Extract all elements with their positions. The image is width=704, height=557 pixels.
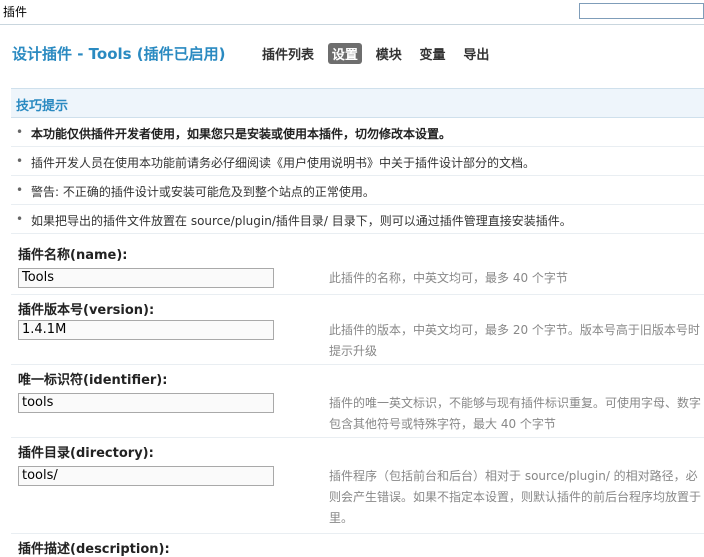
field-label: 插件目录(directory): [18, 446, 154, 461]
field-help: 插件的唯一英文标识，不能够与现有插件标识重复。可使用字母、数字 包含其他符号或特… [329, 393, 704, 435]
field-label: 插件描述(description): [18, 542, 170, 557]
page-title: 设计插件 - Tools (插件已启用) [12, 45, 226, 63]
field-row-identifier: 唯一标识符(identifier): tools 插件的唯一英文标识，不能够与现… [11, 365, 704, 438]
field-label: 插件版本号(version): [18, 303, 155, 318]
tips-heading: 技巧提示 [16, 99, 69, 114]
field-help: 此插件的名称，中英文均可，最多 40 个字节 [329, 268, 704, 289]
page-header: 设计插件 - Tools (插件已启用) 插件列表 设置 模块 变量 导出 [12, 42, 702, 64]
help-line: 此插件的名称，中英文均可，最多 40 个字节 [329, 271, 568, 285]
tip-text: 警告: 不正确的插件设计或安装可能危及到整个站点的正常使用。 [31, 185, 375, 199]
tip-item: • 警告: 不正确的插件设计或安装可能危及到整个站点的正常使用。 [11, 176, 704, 205]
nav-variables[interactable]: 变量 [416, 43, 450, 64]
window-title: 插件 [3, 5, 28, 19]
nav-plugin-list[interactable]: 插件列表 [258, 43, 318, 64]
field-row-name: 插件名称(name): Tools 此插件的名称，中英文均可，最多 40 个字节 [11, 240, 704, 295]
directory-input[interactable]: tools/ [18, 466, 274, 486]
field-help: 插件程序（包括前台和后台）相对于 source/plugin/ 的相对路径，必 … [329, 466, 704, 529]
tips-heading-bar: 技巧提示 [11, 88, 704, 118]
help-line: 插件程序（包括前台和后台）相对于 source/plugin/ 的相对路径，必 [329, 469, 698, 483]
field-row-directory: 插件目录(directory): tools/ 插件程序（包括前台和后台）相对于… [11, 438, 704, 534]
bullet-icon: • [16, 183, 24, 197]
nav-modules[interactable]: 模块 [372, 43, 406, 64]
identifier-input[interactable]: tools [18, 393, 274, 413]
field-help: 此插件的版本，中英文均可，最多 20 个字节。版本号高于旧版本号时 提示升级 [329, 320, 704, 362]
tip-text: 插件开发人员在使用本功能前请务必仔细阅读《用户使用说明书》中关于插件设计部分的文… [31, 156, 536, 170]
bullet-icon: • [16, 125, 24, 139]
field-label: 插件名称(name): [18, 248, 128, 263]
field-row-version: 插件版本号(version): 1.4.1M 此插件的版本，中英文均可，最多 2… [11, 295, 704, 365]
help-line: 提示升级 [329, 344, 378, 358]
nav-export[interactable]: 导出 [459, 43, 493, 64]
window-titlebar: 插件 [0, 0, 704, 25]
tip-item: • 本功能仅供插件开发者使用，如果您只是安装或使用本插件，切勿修改本设置。 [11, 118, 704, 147]
tip-text: 本功能仅供插件开发者使用，如果您只是安装或使用本插件，切勿修改本设置。 [31, 127, 452, 141]
help-line: 里。 [329, 511, 354, 525]
tip-item: • 如果把导出的插件文件放置在 source/plugin/插件目录/ 目录下，… [11, 205, 704, 234]
plugin-nav: 插件列表 设置 模块 变量 导出 [258, 43, 499, 64]
help-line: 包含其他符号或特殊字符，最大 40 个字节 [329, 417, 556, 431]
nav-settings[interactable]: 设置 [327, 43, 362, 64]
help-line: 插件的唯一英文标识，不能够与现有插件标识重复。可使用字母、数字 [329, 396, 702, 410]
tip-item: • 插件开发人员在使用本功能前请务必仔细阅读《用户使用说明书》中关于插件设计部分… [11, 147, 704, 176]
top-search-input[interactable] [579, 3, 704, 19]
version-input[interactable]: 1.4.1M [18, 320, 274, 340]
bullet-icon: • [16, 212, 24, 226]
help-line: 则会产生错误。如果不指定本设置，则默认插件的前后台程序均放置于 [329, 490, 702, 504]
help-line: 此插件的版本，中英文均可，最多 20 个字节。版本号高于旧版本号时 [329, 323, 700, 337]
tip-text: 如果把导出的插件文件放置在 source/plugin/插件目录/ 目录下，则可… [31, 214, 572, 228]
field-row-description: 插件描述(description): [11, 534, 704, 557]
name-input[interactable]: Tools [18, 268, 274, 288]
bullet-icon: • [16, 154, 24, 168]
field-label: 唯一标识符(identifier): [18, 373, 168, 388]
